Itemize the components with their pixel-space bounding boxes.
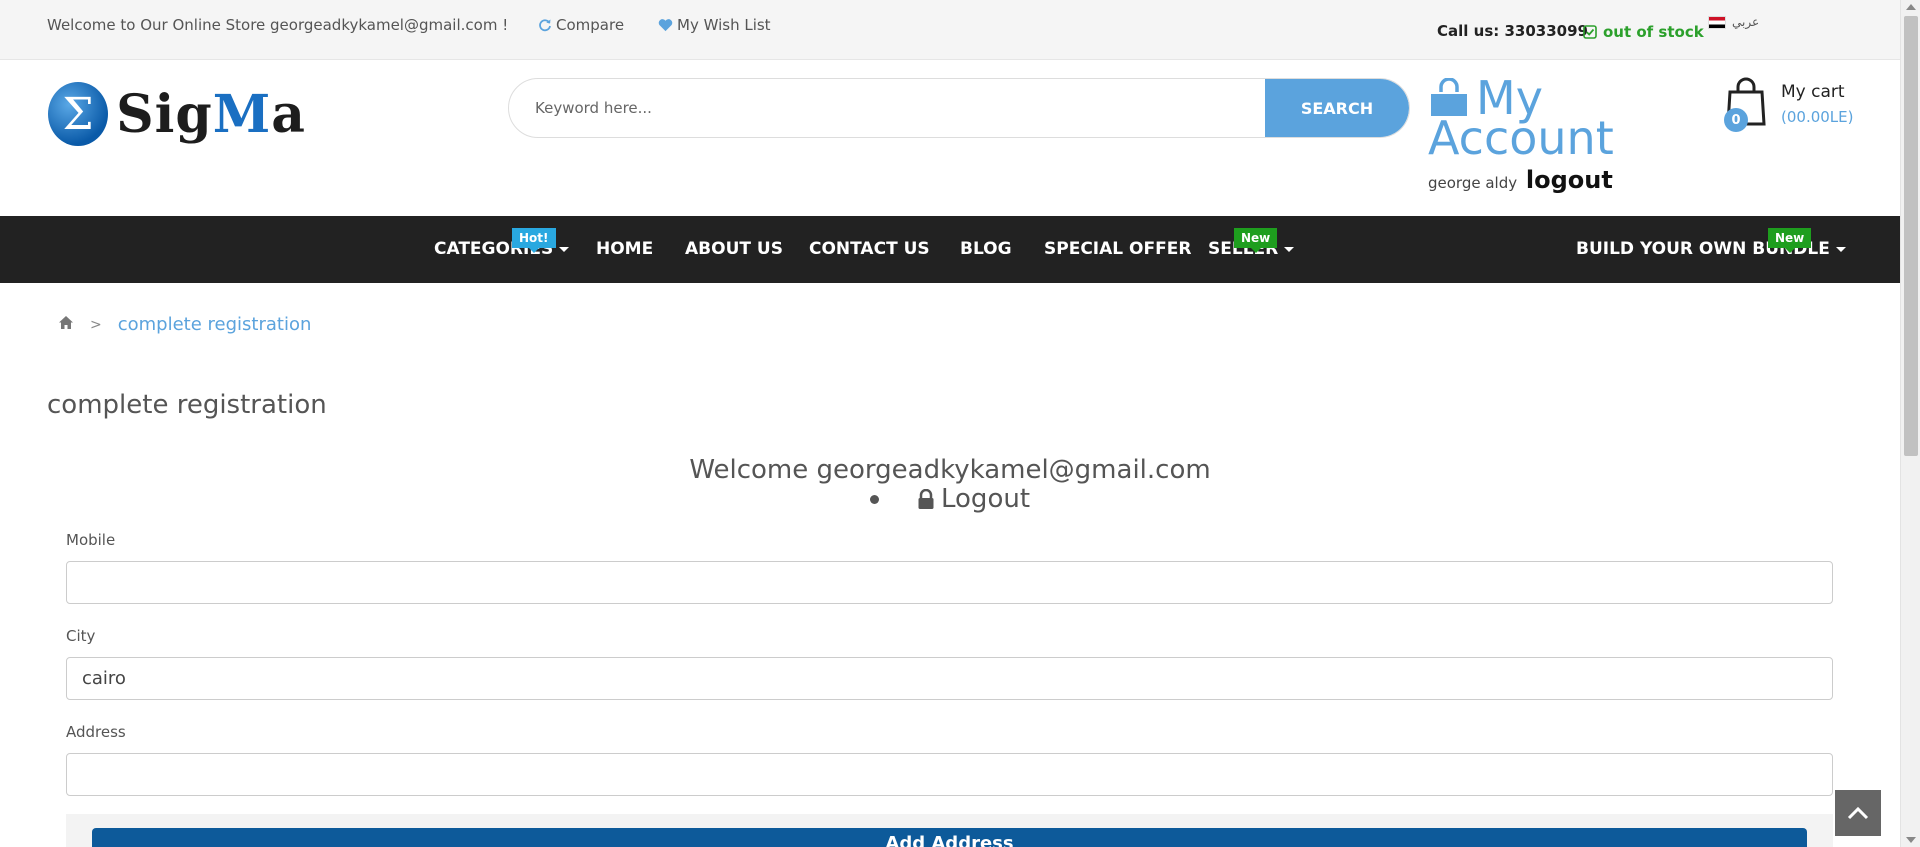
- language-label: عربي: [1732, 15, 1760, 29]
- new-badge: New: [1768, 228, 1812, 253]
- user-row: george aldy logout: [1428, 166, 1613, 194]
- language-switch[interactable]: عربي: [1708, 15, 1759, 29]
- scroll-down-arrow-icon[interactable]: [1906, 837, 1916, 843]
- cart-label: My cart: [1781, 82, 1845, 102]
- mobile-field[interactable]: [66, 561, 1833, 604]
- cart[interactable]: 0 My cart (00.00LE): [1724, 76, 1864, 136]
- logo-symbol: Σ: [48, 82, 109, 146]
- welcome-heading: Welcome georgeadkykamel@gmail.com: [689, 455, 1211, 485]
- breadcrumb: > complete registration: [58, 314, 311, 335]
- wishlist-label: My Wish List: [677, 16, 771, 34]
- chevron-up-icon: [1847, 806, 1869, 820]
- city-label: City: [66, 627, 96, 645]
- top-bar: Welcome to Our Online Store georgeadkyka…: [0, 0, 1900, 60]
- search-bar: SEARCH: [508, 78, 1410, 138]
- address-field[interactable]: [66, 753, 1833, 796]
- my-account-link[interactable]: My Account: [1428, 75, 1628, 161]
- scroll-to-top-button[interactable]: [1835, 790, 1881, 836]
- breadcrumb-current: complete registration: [117, 314, 312, 335]
- scroll-up-arrow-icon[interactable]: [1906, 4, 1916, 10]
- nav-item-blog[interactable]: BLOG: [960, 239, 1012, 259]
- search-button[interactable]: SEARCH: [1265, 79, 1409, 137]
- breadcrumb-home[interactable]: [58, 314, 74, 335]
- logout-list-item: Logout: [870, 484, 1030, 514]
- new-badge: New: [1234, 228, 1278, 253]
- header-logout-link[interactable]: logout: [1526, 166, 1613, 194]
- welcome-message: Welcome to Our Online Store georgeadkyka…: [47, 16, 509, 34]
- logout-label: Logout: [941, 484, 1031, 514]
- compare-label: Compare: [556, 16, 625, 34]
- nav-item-about-us[interactable]: ABOUT US: [685, 239, 783, 259]
- check-square-icon: [1583, 25, 1597, 39]
- address-label: Address: [66, 723, 126, 741]
- lock-icon: [918, 488, 934, 509]
- page-title: complete registration: [47, 390, 327, 420]
- logout-link[interactable]: Logout: [917, 484, 1030, 514]
- user-name: george aldy: [1428, 174, 1518, 192]
- account-block: My Account george aldy logout: [1428, 75, 1628, 194]
- scrollbar-thumb[interactable]: [1904, 16, 1918, 456]
- nav-item-build-bundle[interactable]: New BUILD YOUR OWN BUNDLE: [1576, 228, 1846, 259]
- heart-icon: [658, 19, 673, 32]
- add-address-button[interactable]: Add Address: [92, 828, 1807, 847]
- refresh-icon: [539, 19, 551, 32]
- cart-amount: (00.00LE): [1781, 108, 1854, 126]
- nav-item-categories[interactable]: Hot! CATEGORIES: [434, 228, 570, 259]
- stock-status: out of stock: [1583, 23, 1704, 41]
- compare-link[interactable]: Compare: [538, 16, 624, 34]
- nav-item-special-offer[interactable]: SPECIAL OFFER: [1044, 239, 1191, 259]
- nav-item-seller[interactable]: New SELLER: [1208, 228, 1295, 259]
- caret-down-icon: [1835, 246, 1846, 252]
- home-icon: [59, 316, 73, 329]
- nav-item-home[interactable]: HOME: [596, 239, 653, 259]
- cart-count: 0: [1724, 108, 1748, 132]
- wishlist-link[interactable]: My Wish List: [658, 16, 771, 34]
- list-bullet: [870, 494, 879, 504]
- page: Welcome to Our Online Store georgeadkyka…: [0, 0, 1920, 847]
- caret-down-icon: [559, 246, 570, 252]
- caret-down-icon: [1284, 246, 1295, 252]
- search-input[interactable]: [509, 79, 1265, 137]
- main-nav: Hot! CATEGORIES HOME ABOUT US CONTACT US…: [0, 216, 1900, 283]
- nav-item-contact-us[interactable]: CONTACT US: [809, 239, 930, 259]
- breadcrumb-separator: >: [90, 316, 102, 333]
- stock-label: out of stock: [1603, 23, 1704, 41]
- flag-icon: [1708, 15, 1726, 29]
- logo[interactable]: Σ SigMa: [48, 80, 306, 148]
- city-field[interactable]: [66, 657, 1833, 700]
- call-us: Call us: 33033099: [1437, 22, 1588, 40]
- mobile-label: Mobile: [66, 531, 116, 549]
- logo-text: SigMa: [116, 83, 306, 145]
- hot-badge: Hot!: [512, 228, 556, 253]
- page-scrollbar[interactable]: [1900, 0, 1920, 847]
